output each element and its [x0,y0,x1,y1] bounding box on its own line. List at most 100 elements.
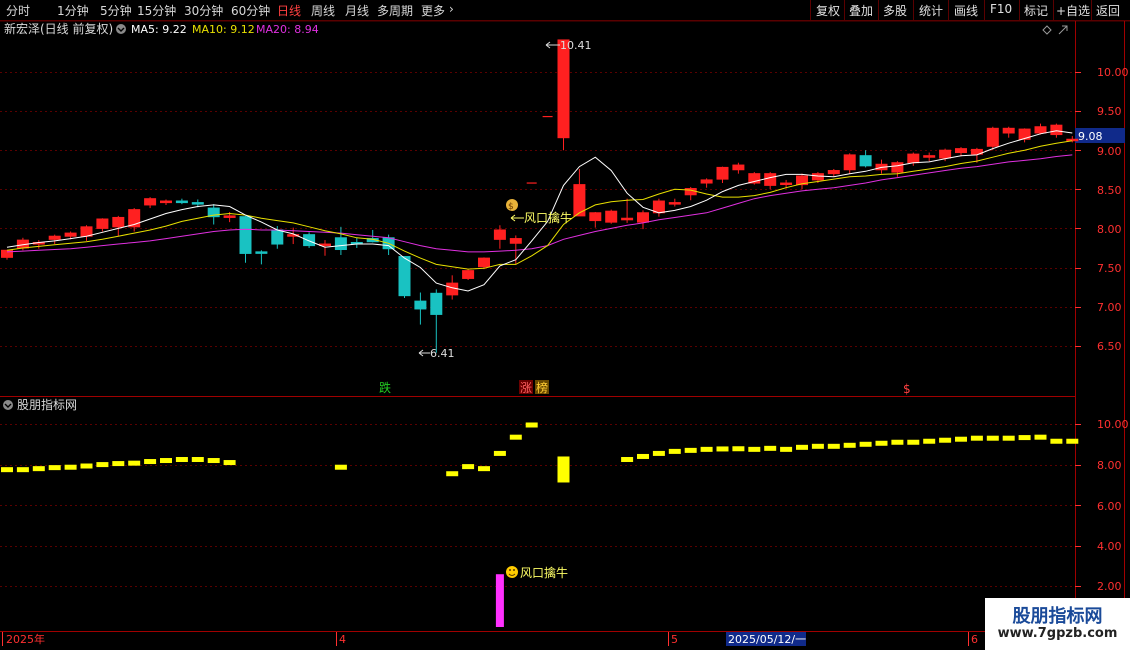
dropdown-icon[interactable] [3,400,13,410]
candle-body [637,212,649,223]
watermark-badge: 股朋指标网 www.7gpzb.com [985,598,1130,650]
indicator-signal-label: 风口擒牛 [520,565,568,580]
candle-body [509,238,522,244]
date-month-label: 5 [671,633,678,646]
indicator-bar [780,446,793,452]
indicator-bar [891,439,904,445]
indicator-bar [334,464,347,470]
indicator-grid [0,424,1081,587]
candle-body [811,173,824,181]
indicator-bar [652,450,665,456]
indicator-bar [923,438,936,444]
low-price-label: 6.41 [430,347,455,360]
indicator-title: 股朋指标网 [17,397,77,412]
kline-chart[interactable]: 新宏泽(日线 前复权) MA5: 9.22 MA10: 9.12 MA20: 8… [0,0,1130,650]
ma10-label: MA10: 9.12 [192,23,255,36]
candle-body [191,202,204,205]
candle-body [732,164,745,171]
candle-body [621,217,634,221]
indicator-bar [80,463,93,469]
candle-body [239,216,252,254]
candle-body [589,212,602,222]
indicator-bar [907,439,920,445]
drop-tag: 跌 [379,380,391,395]
indicator-bar [748,446,761,452]
indicator-bar [112,461,125,467]
smiley-icon [506,566,518,578]
candles [1,39,1079,353]
indicator-bar [843,442,856,448]
diamond-icon[interactable] [1042,25,1052,35]
candle-body [859,155,872,167]
indicator-bar [1018,435,1031,441]
indicator-bar [1050,438,1063,444]
indicator-bar [48,465,61,471]
arrow-left-icon [418,349,430,357]
indicator-bar [621,457,634,463]
candle-body [430,292,443,315]
candle-body [764,173,777,186]
watermark-url: www.7gpzb.com [997,626,1118,641]
arrow-left-icon [510,214,524,222]
candle-body [112,216,125,228]
price-tick: 8.00 [1097,223,1122,236]
indicator-bar [796,444,808,450]
indicator-bar [493,450,506,456]
signal-label: 风口擒牛 [524,210,572,225]
indicator-tick: 6.00 [1097,500,1122,513]
indicator-bar [859,441,872,447]
indicator-bar [1034,434,1047,440]
candle-body [1050,124,1063,136]
indicator-bar [637,453,649,459]
expand-icon[interactable] [1058,25,1068,35]
candle-body [557,39,570,139]
candle-body [605,210,618,223]
indicator-bar [939,437,952,443]
money-bag-symbol: $ [508,202,514,212]
candle-body [891,162,904,173]
candle-body [827,170,840,175]
indicator-bar [478,466,490,472]
indicator-bar [175,457,188,463]
candle-body [398,256,411,297]
candle-body [923,155,936,158]
candle-body [668,202,681,205]
indicator-bar [732,446,745,452]
indicator-bar [1,467,13,473]
indicator-tick: 8.00 [1097,459,1122,472]
ma20-label: MA20: 8.94 [256,23,319,36]
candle-body [986,127,999,147]
candle-body [493,229,506,240]
indicator-bar [955,436,967,442]
candle-body [939,149,952,159]
indicator-bar [970,435,983,441]
candle-body [271,229,284,245]
price-tick: 7.50 [1097,262,1122,275]
price-tick: 10.00 [1097,66,1129,79]
indicator-bar [684,447,697,453]
current-price-label: 9.08 [1078,130,1103,143]
indicator-bar [446,471,459,477]
indicator-bar [64,464,77,470]
indicator-bar [764,445,777,451]
candle-body [48,235,61,240]
price-tick: 7.00 [1097,301,1122,314]
indicator-tick: 10.00 [1097,418,1129,431]
indicator-bar [1066,438,1079,444]
indicator-bar [668,448,681,454]
date-year-label: 2025年 [6,632,45,646]
indicator-bar [191,457,204,463]
candle-body [255,251,268,254]
candle-body [144,198,157,206]
indicator-bar [207,458,220,464]
signal-bar [495,574,504,627]
candle-body [1066,138,1079,142]
candle-body [334,237,347,251]
watermark-title: 股朋指标网 [1012,606,1103,627]
candle-body [175,200,188,204]
dropdown-icon[interactable] [116,24,126,34]
candle-body [700,179,713,184]
date-month-label: 6 [971,633,978,646]
indicator-bar [986,435,999,441]
indicator-tick: 2.00 [1097,580,1122,593]
